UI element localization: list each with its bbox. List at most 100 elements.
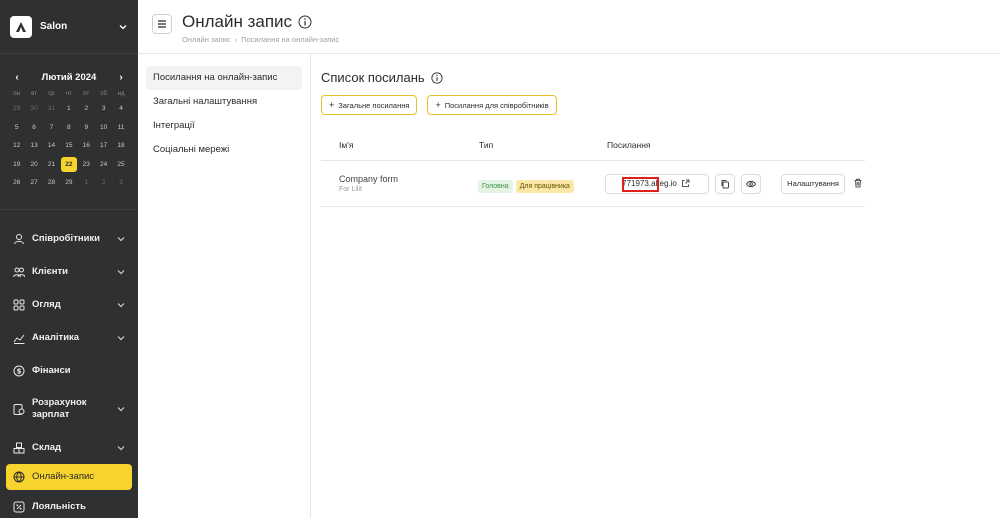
menu-toggle-button[interactable] <box>152 14 172 34</box>
type-badge-employee: Для працівника <box>515 179 574 193</box>
nav-label: Фінанси <box>32 364 71 376</box>
calendar-day[interactable]: 18 <box>112 137 129 156</box>
calendar-day[interactable]: 24 <box>95 156 112 175</box>
calendar-day[interactable]: 21 <box>43 156 60 175</box>
hamburger-icon <box>157 19 167 29</box>
calendar-day[interactable]: 8 <box>60 119 77 138</box>
calendar-day[interactable]: 12 <box>8 137 25 156</box>
svg-text:$: $ <box>17 367 22 375</box>
calendar-day[interactable]: 7 <box>43 119 60 138</box>
calendar-day[interactable]: 19 <box>8 156 25 175</box>
brand-name: Salon <box>40 21 68 32</box>
nav-label: Співробітники <box>32 232 101 244</box>
brand-switcher[interactable]: Salon <box>0 0 138 54</box>
calendar-day[interactable]: 11 <box>112 119 129 138</box>
calendar-day[interactable]: 30 <box>25 100 42 119</box>
calendar-day[interactable]: 3 <box>95 100 112 119</box>
info-icon[interactable] <box>298 15 312 29</box>
eye-icon <box>746 179 757 189</box>
calendar-day[interactable]: 17 <box>95 137 112 156</box>
calendar-month-label: Лютий 2024 <box>41 71 97 83</box>
preview-link-button[interactable] <box>741 173 762 194</box>
calendar-day[interactable]: 27 <box>25 174 42 193</box>
weekday-label: сб <box>100 91 107 97</box>
nav-item-warehouse[interactable]: Склад <box>0 431 138 464</box>
subnav-item-social-networks[interactable]: Соціальні мережі <box>146 138 302 162</box>
info-icon[interactable] <box>431 71 443 84</box>
calendar-day[interactable]: 31 <box>43 100 60 119</box>
type-badge-main: Головна <box>478 179 513 193</box>
button-label: Загальне посилання <box>338 100 410 110</box>
calendar-day-today[interactable]: 22 <box>60 156 77 175</box>
chevron-down-icon <box>116 404 126 414</box>
nav-item-loyalty[interactable]: Лояльність <box>0 490 138 518</box>
grid-icon <box>12 298 26 312</box>
row-name: Company form <box>339 174 399 184</box>
nav-item-online-booking[interactable]: Онлайн-запис <box>6 464 132 490</box>
booking-link[interactable]: 771973.alteg.io <box>605 173 710 194</box>
globe-calendar-icon <box>12 470 26 484</box>
main-nav: Співробітники Клієнти Огляд Аналітика $ … <box>0 210 138 518</box>
person-icon <box>12 232 26 246</box>
chevron-down-icon <box>118 22 128 32</box>
calendar-day[interactable]: 26 <box>8 174 25 193</box>
calendar-day[interactable]: 23 <box>78 156 95 175</box>
calendar-day[interactable]: 1 <box>60 100 77 119</box>
add-general-link-button[interactable]: + Загальне посилання <box>321 95 418 115</box>
nav-label: Аналітика <box>32 331 80 343</box>
dollar-icon: $ <box>12 364 26 378</box>
calendar-day[interactable]: 13 <box>25 137 42 156</box>
breadcrumb-item[interactable]: Онлайн запис <box>182 35 231 44</box>
section-title: Список посилань <box>321 70 425 85</box>
chevron-right-icon: › <box>234 35 238 44</box>
calendar-day-today-label: 22 <box>60 156 77 172</box>
calendar-day[interactable]: 2 <box>95 174 112 193</box>
page-header: Онлайн запис Онлайн запис › Посилання на… <box>138 0 1000 54</box>
calendar-prev-button[interactable]: ‹ <box>12 72 22 83</box>
subnav-item-general-settings[interactable]: Загальні налаштування <box>146 90 302 114</box>
calendar-day[interactable]: 14 <box>43 137 60 156</box>
subnav-item-booking-links[interactable]: Посилання на онлайн-запис <box>146 66 302 90</box>
table-row: Company form For Lilit Головна Для праців… <box>321 161 865 207</box>
copy-link-button[interactable] <box>715 173 736 194</box>
calendar-day[interactable]: 29 <box>60 174 77 193</box>
nav-item-finance[interactable]: $ Фінанси <box>0 354 138 387</box>
calendar-day[interactable]: 29 <box>8 100 25 119</box>
calendar-day[interactable]: 3 <box>112 174 129 193</box>
sidebar: Salon ‹ Лютий 2024 › пн вт ср чт пт сб н… <box>0 0 138 518</box>
nav-item-payroll[interactable]: Розрахунок зарплат <box>0 387 138 431</box>
calendar-day[interactable]: 6 <box>25 119 42 138</box>
calendar-day[interactable]: 2 <box>78 100 95 119</box>
column-header-link: Посилання <box>607 139 651 150</box>
nav-item-clients[interactable]: Клієнти <box>0 255 138 288</box>
chevron-down-icon <box>116 300 126 310</box>
calendar-day[interactable]: 4 <box>112 100 129 119</box>
calendar-next-button[interactable]: › <box>116 72 126 83</box>
nav-item-staff[interactable]: Співробітники <box>0 222 138 255</box>
chevron-down-icon <box>116 333 126 343</box>
trash-icon[interactable] <box>853 178 865 190</box>
calendar-day[interactable]: 10 <box>95 119 112 138</box>
calendar-grid: пн вт ср чт пт сб нд 29 30 31 1 2 3 4 5 … <box>8 88 130 193</box>
calendar-day[interactable]: 1 <box>78 174 95 193</box>
calendar-day[interactable]: 5 <box>8 119 25 138</box>
calendar-day[interactable]: 9 <box>78 119 95 138</box>
link-settings-button[interactable]: Налаштування <box>781 173 845 194</box>
nav-item-overview[interactable]: Огляд <box>0 288 138 321</box>
calendar-day[interactable]: 28 <box>43 174 60 193</box>
calendar-day[interactable]: 20 <box>25 156 42 175</box>
plus-icon: + <box>435 100 441 110</box>
nav-label: Склад <box>32 441 62 453</box>
nav-item-analytics[interactable]: Аналітика <box>0 321 138 354</box>
calendar-day[interactable]: 25 <box>112 156 129 175</box>
calendar-day[interactable]: 16 <box>78 137 95 156</box>
add-staff-link-button[interactable]: + Посилання для співробітників <box>427 95 557 115</box>
external-link-icon <box>681 179 690 188</box>
column-header-type: Тип <box>479 139 494 150</box>
weekday-label: ср <box>48 91 55 97</box>
subnav-item-integrations[interactable]: Інтеграції <box>146 114 302 138</box>
weekday-label: вт <box>31 91 37 97</box>
nav-label: Лояльність <box>32 500 86 512</box>
calendar-day[interactable]: 15 <box>60 137 77 156</box>
payroll-icon <box>12 402 26 416</box>
